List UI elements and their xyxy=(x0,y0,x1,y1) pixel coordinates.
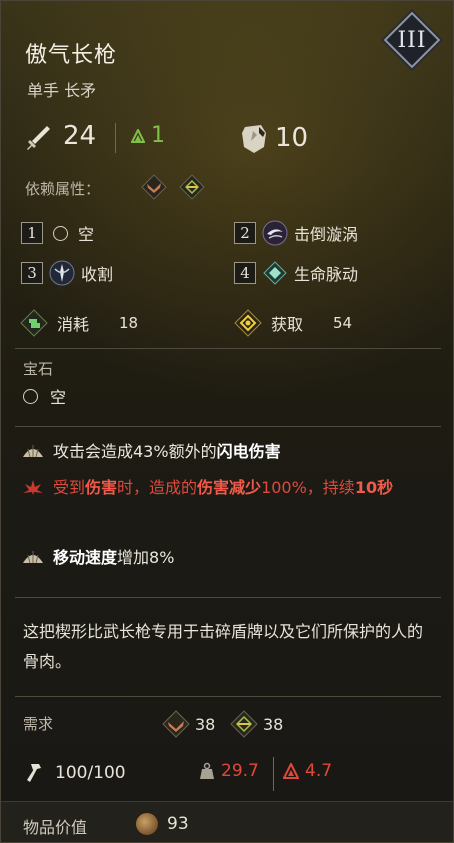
warning-triangle-icon xyxy=(283,763,299,779)
slot-number: 1 xyxy=(21,222,43,244)
consume-value: 18 xyxy=(119,314,139,332)
empty-slot-icon xyxy=(53,225,68,241)
consume-resource: 消耗 18 xyxy=(19,308,138,338)
dexterity-attribute-icon xyxy=(179,174,205,200)
item-value-footer: 物品价值 93 xyxy=(1,801,453,842)
divider xyxy=(15,348,441,349)
primary-stats: 24 1 10 xyxy=(23,119,423,159)
skill-label: 生命脉动 xyxy=(294,265,359,284)
empty-gem-icon xyxy=(23,388,38,404)
skill-label: 击倒漩涡 xyxy=(294,225,359,244)
item-tooltip: III 傲气长枪 单手 长矛 24 1 10 依赖属性： 1 空 2 击倒漩涡 … xyxy=(0,0,454,843)
consume-label: 消耗 xyxy=(57,315,90,334)
strength-requirement: 38 xyxy=(161,709,215,739)
weight: 29.7 xyxy=(199,761,259,781)
gain-icon xyxy=(234,309,262,337)
hammer-icon xyxy=(27,764,41,782)
gem-slot-label: 空 xyxy=(50,388,67,407)
dexterity-requirement: 38 xyxy=(229,709,283,739)
shell-bullet-icon xyxy=(23,551,43,564)
consume-icon xyxy=(20,309,48,337)
item-type: 单手 长矛 xyxy=(27,81,97,100)
shield-icon xyxy=(242,125,266,153)
stat-separator xyxy=(273,757,274,791)
strength-stat: 4.7 xyxy=(283,761,332,781)
slot-number: 2 xyxy=(234,222,256,244)
dependency-label: 依赖属性： xyxy=(25,180,101,198)
skill-slot-1[interactable]: 1 空 xyxy=(21,219,94,247)
divider xyxy=(15,696,441,697)
durability: 100/100 xyxy=(23,761,126,785)
skill-slot-2[interactable]: 2 击倒漩涡 xyxy=(234,219,358,247)
affix-lightning: 攻击会造成43%额外的闪电伤害 xyxy=(21,437,441,467)
blood-bullet-icon xyxy=(23,480,43,495)
skill-label: 收割 xyxy=(81,265,114,284)
skill-slot-4[interactable]: 4 生命脉动 xyxy=(234,259,358,287)
gain-value: 54 xyxy=(333,314,353,332)
gem-slot[interactable]: 空 xyxy=(23,384,66,408)
divider xyxy=(15,597,441,598)
item-name: 傲气长枪 xyxy=(25,43,118,68)
requirement-label: 需求 xyxy=(23,715,54,733)
gain-label: 获取 xyxy=(271,315,304,334)
item-value-label: 物品价值 xyxy=(23,818,88,837)
flavor-text: 这把楔形比武长枪专用于击碎盾牌以及它们所保护的人的骨肉。 xyxy=(23,622,424,671)
shell-bullet-icon xyxy=(23,445,43,458)
slot-number: 4 xyxy=(234,262,256,284)
slot-number: 3 xyxy=(21,262,43,284)
level-triangle-icon xyxy=(131,129,145,143)
gem-section-label: 宝石 xyxy=(23,360,54,378)
weight-icon xyxy=(200,762,214,779)
gain-resource: 获取 54 xyxy=(233,308,352,338)
defense-value: 10 xyxy=(275,123,309,153)
coin-icon xyxy=(135,812,159,836)
tier-numeral: III xyxy=(397,27,427,53)
skill-slot-3[interactable]: 3 收割 xyxy=(21,259,113,287)
sword-icon xyxy=(27,126,50,150)
attack-value: 24 xyxy=(63,121,97,151)
affix-move-speed: 移动速度增加8% xyxy=(21,543,441,573)
level-requirement: 1 xyxy=(151,123,165,148)
affix-damage-reduction: 受到伤害时，造成的伤害减少100%，持续10秒 xyxy=(21,473,441,503)
strength-icon xyxy=(162,710,190,738)
vortex-skill-icon xyxy=(262,220,288,246)
life-pulse-skill-icon xyxy=(263,261,287,285)
dexterity-icon xyxy=(230,710,258,738)
skill-label: 空 xyxy=(78,225,95,244)
strength-attribute-icon xyxy=(141,174,167,200)
divider xyxy=(15,426,441,427)
item-value-amount: 93 xyxy=(167,814,189,834)
tier-badge: III xyxy=(383,11,441,69)
stat-separator xyxy=(115,123,116,153)
reap-skill-icon xyxy=(49,260,75,286)
